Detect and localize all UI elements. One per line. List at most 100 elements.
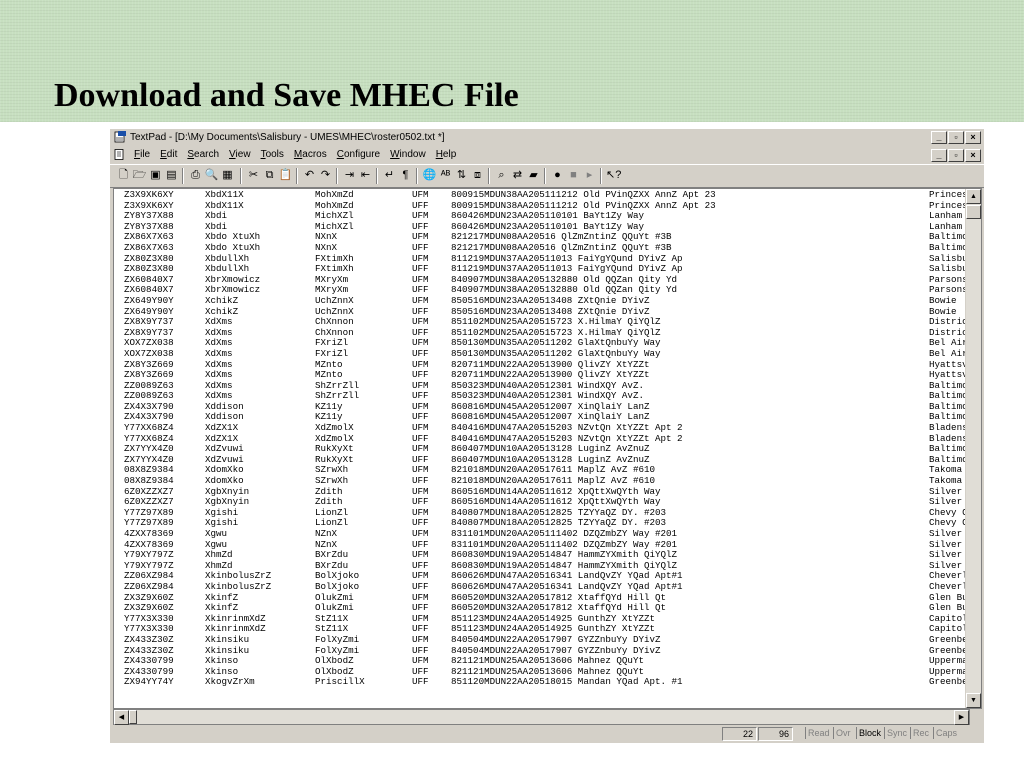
- text-field: Xgwu: [205, 528, 228, 539]
- doc-minimize-button[interactable]: _: [931, 149, 947, 162]
- text-field: 860626MDUN47AA20516341 LandQvZY YQad Apt…: [451, 580, 683, 592]
- paste-icon[interactable]: 📋: [278, 168, 293, 183]
- menu-view[interactable]: View: [224, 148, 256, 162]
- doc-restore-button[interactable]: ▫: [948, 149, 964, 162]
- menu-search[interactable]: Search: [182, 148, 224, 162]
- title-bar[interactable]: TextPad - [D:\My Documents\Salisbury - U…: [110, 129, 984, 146]
- cut-icon[interactable]: ✂: [246, 168, 261, 183]
- word-wrap-icon[interactable]: ↵: [382, 168, 397, 183]
- text-field: UFM: [412, 633, 429, 645]
- text-field: UFF: [412, 347, 429, 359]
- text-field: UchZnnX: [315, 294, 354, 306]
- toolbar-separator: [240, 168, 242, 184]
- outdent-icon[interactable]: ⇤: [358, 168, 373, 183]
- minimize-button[interactable]: _: [931, 131, 947, 144]
- stop-macro-icon[interactable]: ■: [566, 168, 581, 183]
- visible-spaces-icon[interactable]: ¶: [398, 168, 413, 183]
- menu-edit[interactable]: Edit: [155, 148, 182, 162]
- spell-check-icon[interactable]: ᴬᴮ: [438, 168, 453, 183]
- text-line: ZX86X7X63 Xbdo XtuXh NXnX UFF 821217MDUN08AA…: [114, 241, 971, 254]
- text-field: UFF: [412, 676, 429, 688]
- menu-window[interactable]: Window: [385, 148, 431, 162]
- menu-macros[interactable]: Macros: [289, 148, 332, 162]
- toolbar-separator: [296, 168, 298, 184]
- status-block: Block: [856, 727, 883, 739]
- compare-icon[interactable]: ⧈: [470, 168, 485, 183]
- text-field: PriscillX: [315, 676, 365, 688]
- text-field: Z3X9XK6XY: [124, 189, 174, 200]
- text-line: ZX649Y90Y XchikZ UchZnnX UFM 850516MDUN23AA2…: [114, 294, 964, 307]
- text-editor[interactable]: Z3X9XK6XY XbdX11X MohXmZd UFM 800915MDUN38AA…: [113, 188, 982, 709]
- toolbar-separator: [416, 168, 418, 184]
- text-field: ZX649Y90Y: [124, 294, 174, 306]
- text-field: Xkinsiku: [205, 633, 250, 645]
- text-field: UFM: [412, 528, 429, 539]
- print-icon[interactable]: ⎙: [188, 168, 203, 183]
- text-field: XchikZ: [205, 294, 239, 306]
- scroll-up-arrow-icon[interactable]: ▲: [966, 189, 981, 204]
- redo-icon[interactable]: ↷: [318, 168, 333, 183]
- status-column-number: 96: [758, 727, 793, 741]
- menu-tools[interactable]: Tools: [256, 148, 289, 162]
- textpad-window: TextPad - [D:\My Documents\Salisbury - U…: [110, 129, 984, 743]
- save-icon[interactable]: ▣: [148, 168, 163, 183]
- preview-icon[interactable]: ▦: [220, 168, 235, 183]
- status-read: Read: [805, 727, 832, 739]
- status-line-number: 22: [722, 727, 757, 741]
- text-field: NXnX: [315, 241, 338, 253]
- text-field: UFM: [412, 294, 429, 306]
- text-field: BolXjoko: [315, 580, 360, 592]
- text-field: FXriZl: [315, 347, 349, 359]
- status-rec: Rec: [910, 727, 931, 739]
- close-button[interactable]: ×: [965, 131, 981, 144]
- toolbar-separator: [182, 168, 184, 184]
- web-icon[interactable]: 🌐: [422, 168, 437, 183]
- text-field: XkogvZrXm: [205, 676, 255, 688]
- scroll-down-arrow-icon[interactable]: ▼: [966, 693, 981, 708]
- text-line: Z3X9XK6XY XbdX11X MohXmZd UFM 800915MDUN38AA…: [114, 189, 971, 201]
- toolbar-separator: [376, 168, 378, 184]
- text-field: 851120MDUN22AA20518015 Mandan YQad Apt. …: [451, 676, 683, 688]
- text-field: 850130MDUN35AA20511202 GlaXtQnbuYy Way: [451, 347, 661, 359]
- textpad-app-icon: [114, 131, 126, 143]
- status-ovr: Ovr: [833, 727, 853, 739]
- save-all-icon[interactable]: ▤: [164, 168, 179, 183]
- menu-file[interactable]: File: [129, 148, 155, 162]
- menu-configure[interactable]: Configure: [332, 148, 385, 162]
- find-icon[interactable]: ⌕: [494, 168, 509, 183]
- context-help-icon[interactable]: ↖?: [606, 168, 621, 183]
- menu-help[interactable]: Help: [431, 148, 462, 162]
- status-caps: Caps: [933, 727, 959, 739]
- undo-icon[interactable]: ↶: [302, 168, 317, 183]
- scroll-left-arrow-icon[interactable]: ◀: [114, 710, 129, 725]
- play-macro-icon[interactable]: ▸: [582, 168, 597, 183]
- text-field: Xbdo XtuXh: [205, 241, 261, 253]
- text-field: UFF: [412, 580, 429, 592]
- print-preview-icon[interactable]: 🔍: [204, 168, 219, 183]
- text-field: XbdX11X: [205, 189, 244, 200]
- sort-icon[interactable]: ⇅: [454, 168, 469, 183]
- toolbar-separator: [600, 168, 602, 184]
- horizontal-scroll-thumb[interactable]: [129, 710, 137, 724]
- open-folder-icon[interactable]: 🗁: [132, 168, 147, 183]
- scroll-right-arrow-icon[interactable]: ▶: [954, 710, 969, 725]
- indent-icon[interactable]: ⇥: [342, 168, 357, 183]
- restore-button[interactable]: ▫: [948, 131, 964, 144]
- new-file-icon[interactable]: 🗋: [116, 168, 131, 183]
- text-line: 4ZXX78369 Xgwu NZnX UFM 831101MDUN20AA205111…: [114, 528, 971, 540]
- text-field: 4ZXX78369: [124, 528, 174, 539]
- copy-icon[interactable]: ⧉: [262, 168, 277, 183]
- vertical-scroll-thumb[interactable]: [966, 205, 981, 219]
- record-macro-icon[interactable]: ●: [550, 168, 565, 183]
- text-field: 821217MDUN08AA20516 QlZmZntinZ QQuYt #3B: [451, 241, 672, 253]
- text-field: XdXms: [205, 347, 233, 359]
- text-field: UFF: [412, 241, 429, 253]
- find-in-files-icon[interactable]: ▰: [526, 168, 541, 183]
- text-field: ZX433Z30Z: [124, 633, 174, 645]
- horizontal-scrollbar[interactable]: ◀ ▶: [113, 709, 970, 725]
- vertical-scrollbar[interactable]: ▲ ▼: [965, 189, 981, 708]
- replace-icon[interactable]: ⇄: [510, 168, 525, 183]
- doc-close-button[interactable]: ×: [965, 149, 981, 162]
- window-title: TextPad - [D:\My Documents\Salisbury - U…: [130, 132, 445, 143]
- document-icon[interactable]: [114, 149, 125, 160]
